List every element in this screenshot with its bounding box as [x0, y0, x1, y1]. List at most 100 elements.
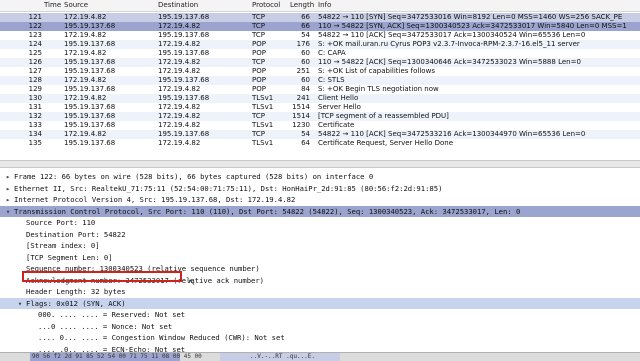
detail-text: Ethernet II, Src: RealtekU_71:75:11 (52:… — [14, 183, 443, 193]
packet-protocol: POP — [252, 49, 266, 57]
packet-number: 130 — [28, 94, 42, 102]
column-source[interactable]: Source — [64, 1, 88, 9]
table-row[interactable]: 122 195.19.137.68 172.19.4.82 TCP 66 110 → 54… — [0, 22, 640, 31]
packet-number: 126 — [28, 58, 42, 66]
packet-destination: 172.19.4.82 — [158, 103, 201, 111]
packet-protocol: TLSv1 — [252, 139, 274, 147]
packet-details-pane[interactable]: ▸ Frame 122: 66 bytes on wire (528 bits),… — [0, 167, 640, 353]
table-row[interactable]: 125 172.19.4.82 195.19.137.68 POP 60 C: CAPA — [0, 49, 640, 58]
collapse-arrow-icon[interactable]: ▸ — [4, 194, 12, 205]
packet-number: 121 — [28, 13, 42, 21]
detail-text: [TCP Segment Len: 0] — [26, 252, 113, 262]
detail-row[interactable]: ▾ Transmission Control Protocol, Src Port… — [0, 205, 640, 217]
detail-text: ...0 .... .... = Nonce: Not set — [38, 321, 173, 331]
column-protocol[interactable]: Protocol — [252, 1, 280, 9]
table-row[interactable]: 135 195.19.137.68 172.19.4.82 TLSv1 64 Certif… — [0, 139, 640, 148]
packet-number: 128 — [28, 76, 42, 84]
table-row[interactable]: 134 172.19.4.82 195.19.137.68 TCP 54 54822 → … — [0, 130, 640, 139]
table-row[interactable]: 123 172.19.4.82 195.19.137.68 TCP 54 54822 → … — [0, 31, 640, 40]
detail-row[interactable]: ▾ Flags: 0x012 (SYN, ACK) — [0, 297, 640, 309]
detail-row[interactable]: ...0 .... .... = Nonce: Not set — [0, 321, 640, 332]
packet-destination: 195.19.137.68 — [158, 94, 210, 102]
detail-text: Destination Port: 54822 — [26, 229, 126, 239]
packet-source: 195.19.137.68 — [64, 58, 116, 66]
detail-row[interactable]: ▸ Internet Protocol Version 4, Src: 195.1… — [0, 194, 640, 205]
detail-row[interactable]: Header Length: 32 bytes — [0, 286, 640, 297]
packet-source: 172.19.4.82 — [64, 49, 107, 57]
packet-info: Certificate Request, Server Hello Done — [318, 139, 454, 147]
detail-text: Source Port: 110 — [26, 218, 96, 227]
table-row[interactable]: 133 195.19.137.68 172.19.4.82 TLSv1 1230 Cert… — [0, 121, 640, 130]
packet-destination: 172.19.4.82 — [158, 58, 201, 66]
detail-text: [Stream index: 0] — [26, 241, 100, 250]
column-time[interactable]: Time — [44, 1, 61, 9]
packet-list[interactable]: 121 172.19.4.82 195.19.137.68 TCP 66 54822 → … — [0, 11, 640, 160]
table-row[interactable]: 128 172.19.4.82 195.19.137.68 POP 60 C: STLS — [0, 76, 640, 85]
packet-length: 60 — [301, 76, 310, 84]
column-destination[interactable]: Destination — [158, 1, 198, 9]
detail-row[interactable]: ▸ Frame 122: 66 bytes on wire (528 bits),… — [0, 171, 640, 182]
packet-length: 60 — [301, 49, 310, 57]
packet-length: 241 — [296, 94, 310, 102]
packet-length: 251 — [296, 67, 310, 75]
packet-protocol: TLSv1 — [252, 103, 274, 111]
expand-arrow-icon[interactable]: ▾ — [16, 298, 24, 309]
packet-info: 110 → 54822 [SYN, ACK] Seq=1300340523 Ac… — [318, 22, 627, 30]
packet-info: Server Hello — [318, 103, 361, 111]
packet-number: 127 — [28, 67, 42, 75]
packet-number: 129 — [28, 85, 42, 93]
detail-text: Frame 122: 66 bytes on wire (528 bits), … — [14, 172, 374, 181]
table-row[interactable]: 130 172.19.4.82 195.19.137.68 TLSv1 241 Clien… — [0, 94, 640, 103]
table-row[interactable]: 124 195.19.137.68 172.19.4.82 POP 176 S: +OK … — [0, 40, 640, 49]
packet-info: C: STLS — [318, 76, 345, 84]
packet-protocol: TCP — [252, 130, 265, 138]
packet-info: 54822 → 110 [SYN] Seq=3472533016 Win=819… — [318, 13, 623, 21]
table-row[interactable]: 132 195.19.137.68 172.19.4.82 TCP 1514 [TCP s… — [0, 112, 640, 121]
expand-arrow-icon[interactable]: ▾ — [4, 206, 12, 217]
detail-text: Header Length: 32 bytes — [26, 287, 126, 296]
collapse-arrow-icon[interactable]: ▸ — [4, 183, 12, 194]
detail-text: Internet Protocol Version 4, Src: 195.19… — [14, 195, 296, 204]
table-row[interactable]: 127 195.19.137.68 172.19.4.82 POP 251 S: +OK … — [0, 67, 640, 76]
packet-length: 64 — [301, 139, 310, 147]
packet-protocol: POP — [252, 67, 266, 75]
packet-destination: 195.19.137.68 — [158, 13, 210, 21]
packet-protocol: TLSv1 — [252, 94, 274, 102]
packet-source: 195.19.137.68 — [64, 112, 116, 120]
table-row[interactable]: 129 195.19.137.68 172.19.4.82 POP 84 S: +OK B… — [0, 85, 640, 94]
detail-row[interactable]: .... 0... .... = Congestion Window Reduc… — [0, 332, 640, 343]
packet-info: C: CAPA — [318, 49, 346, 57]
mouse-cursor-icon: ↖ — [188, 278, 196, 288]
detail-text: .... 0... .... = Congestion Window Reduc… — [38, 333, 285, 342]
packet-info: S: +OK Begin TLS negotiation now — [318, 85, 439, 93]
packet-length: 60 — [301, 58, 310, 66]
packet-info: 54822 → 110 [ACK] Seq=3472533017 Ack=130… — [318, 31, 586, 39]
packet-destination: 172.19.4.82 — [158, 139, 201, 147]
collapse-arrow-icon[interactable]: ▸ — [4, 171, 12, 182]
packet-source: 195.19.137.68 — [64, 85, 116, 93]
column-length[interactable]: Length — [290, 1, 314, 9]
packet-number: 122 — [28, 22, 42, 30]
detail-row[interactable]: Source Port: 110 — [0, 217, 640, 228]
packet-destination: 172.19.4.82 — [158, 22, 201, 30]
ack-number-highlight-box — [22, 271, 182, 282]
detail-row[interactable]: 000. .... .... = Reserved: Not set — [0, 309, 640, 320]
packet-source: 172.19.4.82 — [64, 31, 107, 39]
detail-row[interactable]: Destination Port: 54822 — [0, 229, 640, 240]
packet-protocol: POP — [252, 76, 266, 84]
detail-row[interactable]: [TCP Segment Len: 0] — [0, 252, 640, 263]
packet-number: 131 — [28, 103, 42, 111]
detail-row[interactable]: ▸ Ethernet II, Src: RealtekU_71:75:11 (52… — [0, 183, 640, 194]
column-info[interactable]: Info — [318, 1, 331, 9]
table-row[interactable]: 121 172.19.4.82 195.19.137.68 TCP 66 54822 → … — [0, 13, 640, 22]
detail-row[interactable]: [Stream index: 0] — [0, 240, 640, 251]
packet-info: Certificate — [318, 121, 355, 129]
packet-length: 66 — [301, 22, 310, 30]
detail-text: 000. .... .... = Reserved: Not set — [38, 310, 186, 319]
packet-source: 195.19.137.68 — [64, 67, 116, 75]
packet-length: 1514 — [292, 112, 310, 120]
packet-length: 54 — [301, 31, 310, 39]
packet-length: 1514 — [292, 103, 310, 111]
table-row[interactable]: 126 195.19.137.68 172.19.4.82 TCP 60 110 → 54… — [0, 58, 640, 67]
table-row[interactable]: 131 195.19.137.68 172.19.4.82 TLSv1 1514 Serv… — [0, 103, 640, 112]
